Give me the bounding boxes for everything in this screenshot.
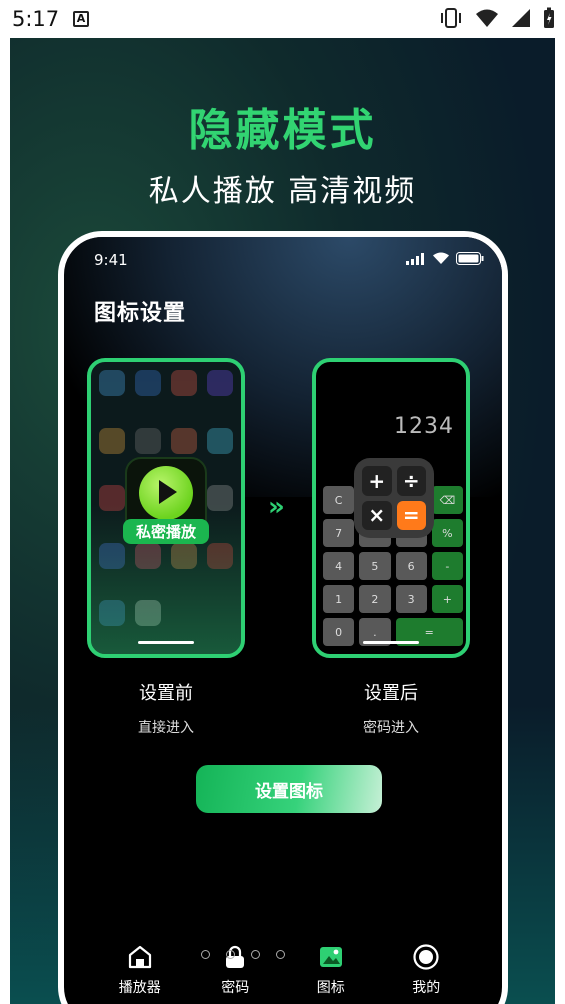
pager-dots bbox=[201, 950, 285, 959]
calc-key: 4 bbox=[323, 552, 355, 580]
signal-icon bbox=[512, 9, 530, 27]
vibrate-icon bbox=[441, 8, 461, 28]
nav-label-password: 密码 bbox=[221, 980, 250, 996]
promo-subtitle: 私人播放 高清视频 bbox=[148, 174, 417, 209]
status-time: 5:17 bbox=[12, 7, 60, 31]
calc-key: 2 bbox=[359, 585, 391, 613]
house-icon bbox=[126, 943, 154, 971]
double-arrow-icon: » bbox=[268, 492, 285, 522]
calc-key: - bbox=[431, 552, 463, 580]
pager-dot[interactable] bbox=[276, 950, 285, 959]
pager-dot[interactable] bbox=[226, 950, 235, 959]
app-label: 私密播放 bbox=[123, 519, 209, 544]
icon-settings-title: 图标设置 bbox=[94, 301, 187, 326]
notification-a-icon: A bbox=[73, 11, 89, 27]
status-icons bbox=[439, 7, 555, 29]
equals-key: = bbox=[396, 500, 426, 530]
image-icon bbox=[317, 943, 345, 971]
profile-icon bbox=[412, 943, 440, 971]
promo-title: 隐藏模式 bbox=[188, 105, 377, 156]
divide-key: ÷ bbox=[396, 466, 426, 496]
promo-stage: 隐藏模式 私人播放 高清视频 9:41 图标设置 私密播放 » 1234 C ⌫… bbox=[10, 38, 555, 1004]
calc-key: 6 bbox=[395, 552, 427, 580]
calc-key: 1 bbox=[323, 585, 355, 613]
pager-dot[interactable] bbox=[201, 950, 210, 959]
nav-label-mine: 我的 bbox=[412, 980, 441, 996]
calc-key: 3 bbox=[395, 585, 427, 613]
plus-key: + bbox=[362, 466, 392, 496]
calc-key: ⌫ bbox=[431, 486, 463, 514]
calc-key: 0 bbox=[323, 618, 355, 646]
pager-dot[interactable] bbox=[251, 950, 260, 959]
nav-label-icon: 图标 bbox=[316, 980, 345, 996]
before-caption: 设置前 bbox=[139, 683, 193, 704]
phone-time: 9:41 bbox=[94, 251, 128, 269]
calculator-display: 1234 bbox=[394, 414, 454, 439]
phone-mockup: 9:41 图标设置 私密播放 » 1234 C ⌫ 7 % 4 5 6 - 1 … bbox=[58, 231, 508, 1004]
phone-signal-icon bbox=[406, 252, 424, 265]
phone-status-icons bbox=[406, 252, 484, 265]
set-icon-button[interactable]: 设置图标 bbox=[196, 765, 382, 813]
nav-item-player[interactable]: 播放器 bbox=[110, 943, 170, 997]
home-indicator bbox=[138, 641, 194, 644]
system-status-bar: 5:17 A bbox=[0, 0, 565, 38]
play-icon bbox=[159, 480, 177, 504]
before-subcaption: 直接进入 bbox=[138, 720, 194, 736]
after-preview: 1234 C ⌫ 7 % 4 5 6 - 1 2 3 + 0 . = + ÷ ×… bbox=[312, 358, 470, 658]
after-caption: 设置后 bbox=[364, 683, 418, 704]
nav-item-icon[interactable]: 图标 bbox=[301, 943, 361, 997]
battery-icon bbox=[544, 7, 554, 28]
before-preview: 私密播放 bbox=[87, 358, 245, 658]
calc-key: 7 bbox=[323, 519, 355, 547]
multiply-key: × bbox=[362, 500, 392, 530]
after-subcaption: 密码进入 bbox=[363, 720, 419, 736]
nav-item-mine[interactable]: 我的 bbox=[396, 943, 456, 997]
calc-key: + bbox=[431, 585, 463, 613]
calc-key: C bbox=[323, 486, 355, 514]
phone-wifi-icon bbox=[433, 252, 449, 264]
calculator-app-icon: + ÷ × = bbox=[354, 458, 434, 538]
calc-key: 5 bbox=[359, 552, 391, 580]
play-circle-icon bbox=[139, 466, 193, 520]
phone-battery-icon bbox=[456, 252, 484, 265]
home-indicator bbox=[363, 641, 419, 644]
private-player-app-icon: 私密播放 bbox=[123, 457, 209, 544]
wifi-icon bbox=[476, 9, 498, 27]
nav-label-player: 播放器 bbox=[118, 980, 161, 996]
calc-key: % bbox=[431, 519, 463, 547]
